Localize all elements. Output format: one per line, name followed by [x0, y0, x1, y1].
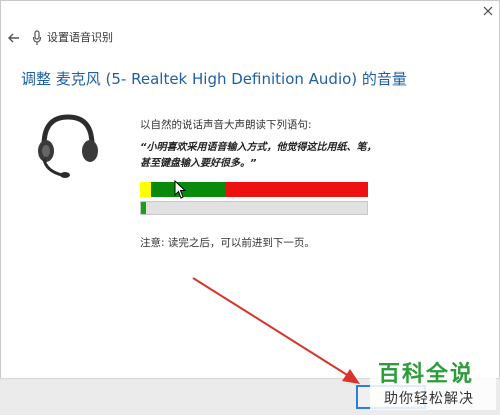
microphone-icon: [32, 30, 42, 46]
meter-loud-segment: [225, 182, 368, 197]
reading-progress-bar: [140, 201, 368, 215]
read-aloud-sentence: “小明喜欢采用语音输入方式，他觉得这比用纸、笔，甚至键盘输入要好很多。”: [140, 142, 377, 169]
mouse-cursor-icon: [174, 179, 188, 200]
instruction-text: 以自然的说话声音大声朗读下列语句:: [140, 119, 312, 131]
progress-fill: [141, 202, 146, 214]
page-heading: 调整 麦克风 (5- Realtek High Definition Audio…: [21, 70, 407, 88]
note-text: 注意: 读完之后，可以前进到下一页。: [140, 237, 315, 249]
headset-icon: [28, 105, 108, 185]
meter-low-segment: [140, 182, 151, 197]
back-arrow-icon[interactable]: [4, 28, 24, 48]
title-bar: 设置语音识别: [0, 0, 500, 72]
meter-good-segment: [151, 182, 225, 197]
next-button[interactable]: [356, 385, 426, 409]
window-title: 设置语音识别: [47, 31, 113, 44]
close-icon[interactable]: [477, 1, 499, 21]
